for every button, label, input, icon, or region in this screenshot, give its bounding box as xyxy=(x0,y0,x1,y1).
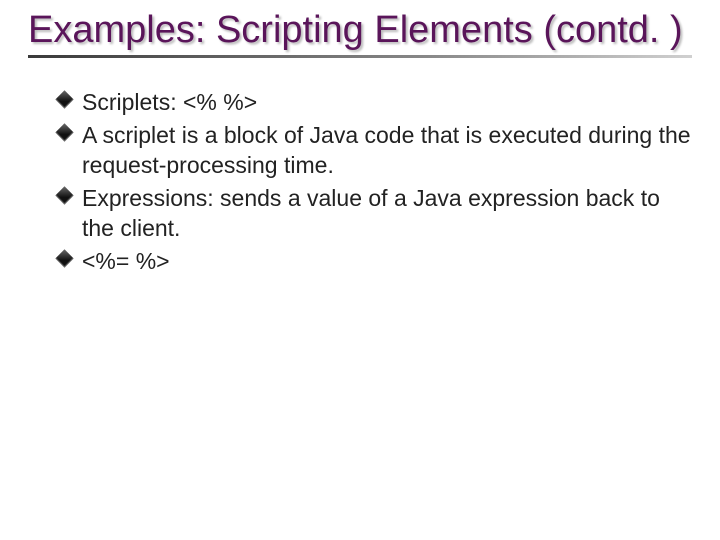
diamond-bullet-icon xyxy=(55,186,73,204)
list-item: A scriplet is a block of Java code that … xyxy=(58,121,692,180)
list-item-text: Scriplets: <% %> xyxy=(82,89,257,115)
title-underline xyxy=(28,55,692,58)
list-item-text: <%= %> xyxy=(82,248,170,274)
slide-title: Examples: Scripting Elements (contd. ) xyxy=(28,8,692,53)
list-item-text: A scriplet is a block of Java code that … xyxy=(82,122,691,177)
diamond-bullet-icon xyxy=(55,90,73,108)
list-item-text: Expressions: sends a value of a Java exp… xyxy=(82,185,660,240)
slide-body: Scriplets: <% %> A scriplet is a block o… xyxy=(28,88,692,277)
list-item: Scriplets: <% %> xyxy=(58,88,692,117)
list-item: <%= %> xyxy=(58,247,692,276)
diamond-bullet-icon xyxy=(55,124,73,142)
list-item: Expressions: sends a value of a Java exp… xyxy=(58,184,692,243)
diamond-bullet-icon xyxy=(55,249,73,267)
